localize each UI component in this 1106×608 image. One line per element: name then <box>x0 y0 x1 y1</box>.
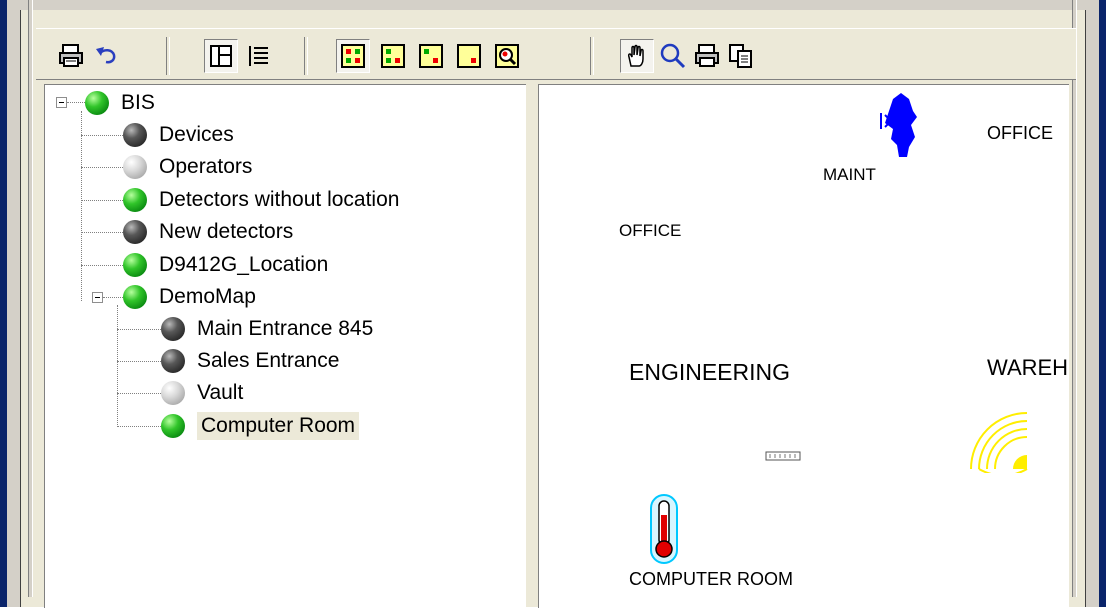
tree-connector <box>81 232 123 233</box>
tree-node-label: D9412G_Location <box>159 253 329 276</box>
show-fault-states-icon[interactable] <box>414 39 448 73</box>
toolbar <box>36 28 1076 80</box>
tree-node-computer-room[interactable]: Computer Room <box>161 412 360 440</box>
tree-connector <box>103 297 123 298</box>
show-alarm-states-icon[interactable] <box>376 39 410 73</box>
tree-node-label: BIS <box>121 91 155 114</box>
list-view-icon[interactable] <box>242 39 276 73</box>
tree-node-new-detectors[interactable]: New detectors <box>123 218 293 246</box>
tree-node-d9412g-location[interactable]: D9412G_Location <box>123 251 328 279</box>
status-ball-icon <box>161 317 185 341</box>
status-ball-icon <box>161 414 185 438</box>
tree-pane[interactable]: BIS Devices Operators Detectors without … <box>44 84 527 608</box>
status-ball-icon <box>123 123 147 147</box>
status-ball-icon <box>161 349 185 373</box>
toolbar-separator <box>304 37 308 75</box>
window-right-edge <box>1099 0 1106 607</box>
split-view-icon[interactable] <box>204 39 238 73</box>
status-ball-icon <box>123 253 147 277</box>
status-ball-icon <box>123 285 147 309</box>
wireless-signal-icon[interactable] <box>969 407 1031 478</box>
frame-divider <box>28 0 33 597</box>
tree-node-label: Sales Entrance <box>197 349 340 372</box>
tree-node-main-entrance[interactable]: Main Entrance 845 <box>161 315 373 343</box>
status-ball-icon <box>123 155 147 179</box>
status-ball-icon <box>161 381 185 405</box>
tree-connector <box>81 135 123 136</box>
tree-connector <box>81 167 123 168</box>
map-label-maint: MAINT <box>823 165 876 184</box>
status-ball-icon <box>123 188 147 212</box>
map-label-office: OFFICE <box>619 221 682 240</box>
status-ball-icon <box>85 91 109 115</box>
toolbar-separator <box>590 37 594 75</box>
tree-node-vault[interactable]: Vault <box>161 379 243 407</box>
map-label-warehouse: WAREH <box>987 355 1069 380</box>
pan-hand-icon[interactable] <box>620 39 654 73</box>
tree-node-label: New detectors <box>159 220 294 243</box>
tree-connector <box>117 361 161 362</box>
show-all-states-icon[interactable] <box>336 39 370 73</box>
show-trouble-states-icon[interactable] <box>452 39 486 73</box>
tree-connector <box>81 200 123 201</box>
map-label-engineering: ENGINEERING <box>629 359 791 385</box>
tree-node-demomap[interactable]: DemoMap <box>123 283 256 311</box>
tree-connector <box>81 265 123 266</box>
map-label-computer-room: COMPUTER ROOM <box>629 569 793 589</box>
map-label-office: OFFICE <box>987 123 1053 143</box>
small-device-icon[interactable] <box>765 449 801 467</box>
collapse-toggle-demomap[interactable] <box>92 292 103 303</box>
tree-node-label: Detectors without location <box>159 188 400 211</box>
tree-node-sales-entrance[interactable]: Sales Entrance <box>161 347 339 375</box>
frame-divider <box>1072 0 1077 597</box>
copy-icon[interactable] <box>724 39 758 73</box>
thermometer-icon[interactable] <box>647 493 681 570</box>
toolbar-separator <box>166 37 170 75</box>
collapse-toggle-bis[interactable] <box>56 97 67 108</box>
print-map-icon[interactable] <box>690 39 724 73</box>
tree-node-detectors-without-location[interactable]: Detectors without location <box>123 186 399 214</box>
tree-node-label-selected: Computer Room <box>197 412 360 440</box>
tree-node-label: Devices <box>159 123 234 146</box>
tree-connector <box>67 102 85 103</box>
zoom-detector-icon[interactable] <box>490 39 524 73</box>
map-pane[interactable]: OFFICE MAINT OFFICE ENGINEERING WAREH CO… <box>538 84 1069 608</box>
zoom-icon[interactable] <box>656 39 690 73</box>
tree-node-label: Operators <box>159 155 253 178</box>
tree-connector <box>117 426 161 427</box>
tree-node-label: Vault <box>197 381 244 404</box>
print-icon[interactable] <box>54 39 88 73</box>
tree-connector <box>117 393 161 394</box>
tree-node-bis[interactable]: BIS <box>85 89 155 117</box>
tree-node-label: Main Entrance 845 <box>197 317 374 340</box>
tree-node-operators[interactable]: Operators <box>123 153 252 181</box>
tree-connector <box>81 111 82 301</box>
pane-splitter[interactable] <box>526 84 538 607</box>
undo-icon[interactable] <box>90 39 124 73</box>
tree-connector <box>117 329 161 330</box>
door-detector-icon[interactable] <box>879 91 921 166</box>
tree-node-label: DemoMap <box>159 285 256 308</box>
status-ball-icon <box>123 220 147 244</box>
tree-node-devices[interactable]: Devices <box>123 121 234 149</box>
tree-connector <box>117 305 118 427</box>
window-left-edge <box>0 0 7 607</box>
